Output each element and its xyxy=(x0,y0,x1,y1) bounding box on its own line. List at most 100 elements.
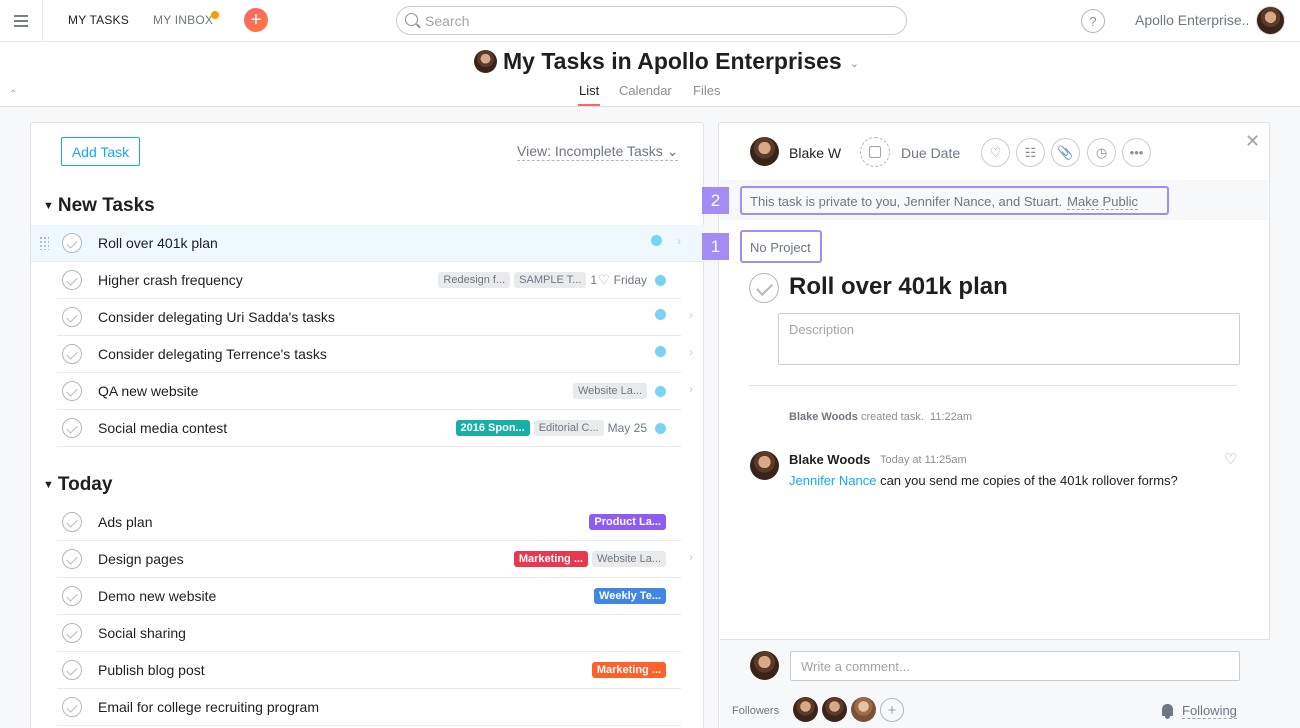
task-row[interactable]: Publish blog post Marketing ... xyxy=(57,652,681,689)
following-toggle[interactable]: Following xyxy=(1182,703,1237,719)
task-row[interactable]: QA new website Website La... › xyxy=(57,373,693,410)
task-row[interactable]: Demo new website Weekly Te... xyxy=(57,578,681,615)
task-complete-checkbox[interactable] xyxy=(62,418,82,438)
project-tag[interactable]: Website La... xyxy=(592,551,666,567)
caret-down-icon[interactable]: ▼ xyxy=(43,200,54,212)
task-name[interactable]: Design pages xyxy=(98,551,184,567)
project-tag[interactable]: 2016 Spon... xyxy=(455,420,530,436)
task-complete-checkbox[interactable] xyxy=(62,233,82,253)
task-name[interactable]: Demo new website xyxy=(98,588,216,604)
attachment-icon[interactable]: 📎 xyxy=(1051,138,1080,167)
project-tag[interactable]: Redesign f... xyxy=(438,272,511,288)
task-title[interactable]: Roll over 401k plan xyxy=(789,273,1008,301)
drag-handle-icon[interactable] xyxy=(39,236,49,250)
project-tag[interactable]: Marketing ... xyxy=(591,662,666,678)
collapse-header-icon[interactable]: ⌃ xyxy=(9,89,17,100)
task-name[interactable]: Email for college recruiting program xyxy=(98,699,319,715)
chevron-right-icon[interactable]: › xyxy=(689,382,693,396)
task-row[interactable]: Social sharing xyxy=(57,615,681,652)
make-public-link[interactable]: Make Public xyxy=(1067,194,1138,210)
timer-icon[interactable]: ◷ xyxy=(1087,138,1116,167)
description-field[interactable] xyxy=(778,313,1240,365)
task-complete-checkbox[interactable] xyxy=(62,512,82,532)
search-bar[interactable] xyxy=(396,6,907,35)
task-name[interactable]: Consider delegating Uri Sadda's tasks xyxy=(98,309,335,325)
chevron-right-icon[interactable]: › xyxy=(689,345,693,359)
menu-icon[interactable] xyxy=(0,0,43,41)
heart-icon[interactable]: ♡ xyxy=(598,272,610,288)
quick-add-button[interactable]: + xyxy=(244,8,268,32)
heart-icon[interactable]: ♡ xyxy=(1224,450,1237,468)
project-tag[interactable]: Marketing ... xyxy=(513,551,588,567)
task-row[interactable]: Ads plan Product La... xyxy=(57,504,681,541)
task-row[interactable]: Social media contest 2016 Spon... Editoria… xyxy=(57,410,681,447)
assignee-name[interactable]: Blake W xyxy=(789,145,841,161)
task-row[interactable]: Email for college recruiting program xyxy=(57,689,681,726)
task-complete-checkbox[interactable] xyxy=(62,586,82,606)
tab-calendar[interactable]: Calendar xyxy=(619,83,672,98)
caret-down-icon[interactable]: ▼ xyxy=(43,479,54,491)
task-name[interactable]: Higher crash frequency xyxy=(98,272,243,288)
view-filter-dropdown[interactable]: View: Incomplete Tasks ⌄ xyxy=(517,143,679,161)
nav-my-tasks[interactable]: MY TASKS xyxy=(68,13,129,27)
subtask-icon[interactable]: ☷ xyxy=(1016,138,1045,167)
task-name[interactable]: Ads plan xyxy=(98,514,152,530)
task-row[interactable]: Design pages Marketing ... Website La... › xyxy=(57,541,693,578)
task-row[interactable]: Roll over 401k plan › xyxy=(31,225,705,262)
comment-author[interactable]: Blake Woods xyxy=(789,452,870,467)
chevron-right-icon[interactable]: › xyxy=(677,234,681,248)
task-complete-checkbox[interactable] xyxy=(62,549,82,569)
add-follower-button[interactable]: + xyxy=(880,698,904,722)
heart-icon[interactable]: ♡ xyxy=(981,138,1010,167)
follower-avatar[interactable] xyxy=(822,697,847,722)
task-row[interactable]: Consider delegating Uri Sadda's tasks › xyxy=(57,299,693,336)
due-date-label[interactable]: Due Date xyxy=(901,145,960,161)
task-complete-checkbox[interactable] xyxy=(62,623,82,643)
due-date[interactable]: May 25 xyxy=(608,421,647,435)
task-name[interactable]: Social media contest xyxy=(98,420,227,436)
project-selector[interactable]: No Project xyxy=(740,230,822,263)
follower-avatar[interactable] xyxy=(793,697,818,722)
due-date[interactable]: Friday xyxy=(614,273,647,287)
user-avatar[interactable] xyxy=(1256,6,1285,35)
activity-author[interactable]: Blake Woods xyxy=(789,411,858,423)
task-complete-checkbox[interactable] xyxy=(62,270,82,290)
task-complete-checkbox[interactable] xyxy=(62,381,82,401)
due-date-button[interactable] xyxy=(860,137,890,167)
add-task-button[interactable]: Add Task xyxy=(61,137,140,166)
task-name[interactable]: Social sharing xyxy=(98,625,186,641)
workspace-switcher[interactable]: Apollo Enterprise.. xyxy=(1135,12,1249,28)
help-button[interactable]: ? xyxy=(1081,9,1105,33)
page-title-group[interactable]: My Tasks in Apollo Enterprises ⌄ xyxy=(474,48,859,75)
section-header[interactable]: ▼ New Tasks xyxy=(43,195,155,217)
comment-input[interactable] xyxy=(790,651,1240,681)
chevron-down-icon[interactable]: ⌄ xyxy=(850,57,859,70)
task-complete-checkbox[interactable] xyxy=(62,307,82,327)
project-tag[interactable]: Editorial C... xyxy=(533,420,604,436)
assignee-avatar[interactable] xyxy=(750,137,779,166)
task-complete-checkbox[interactable] xyxy=(62,344,82,364)
project-tag[interactable]: Weekly Te... xyxy=(594,588,666,604)
task-row[interactable]: Consider delegating Terrence's tasks › xyxy=(57,336,693,373)
task-row[interactable]: Higher crash frequency Redesign f... SAMPL… xyxy=(57,262,681,299)
tab-list[interactable]: List xyxy=(579,83,599,98)
task-complete-checkbox[interactable] xyxy=(62,697,82,717)
tab-files[interactable]: Files xyxy=(693,83,720,98)
project-tag[interactable]: Website La... xyxy=(573,383,647,399)
close-icon[interactable]: ✕ xyxy=(1245,131,1260,152)
section-header[interactable]: ▼ Today xyxy=(43,474,112,496)
follower-avatar[interactable] xyxy=(851,697,876,722)
search-input[interactable] xyxy=(425,11,885,31)
nav-my-inbox[interactable]: MY INBOX xyxy=(153,13,213,27)
task-complete-checkbox[interactable] xyxy=(62,660,82,680)
project-tag[interactable]: SAMPLE T... xyxy=(514,272,587,288)
comment-avatar[interactable] xyxy=(750,451,779,480)
mention-link[interactable]: Jennifer Nance xyxy=(789,473,876,488)
chevron-right-icon[interactable]: › xyxy=(689,550,693,564)
chevron-right-icon[interactable]: › xyxy=(689,308,693,322)
project-tag[interactable]: Product La... xyxy=(589,514,666,530)
more-options-icon[interactable]: ••• xyxy=(1122,138,1151,167)
task-name[interactable]: Publish blog post xyxy=(98,662,205,678)
task-name[interactable]: Roll over 401k plan xyxy=(98,235,218,251)
task-name[interactable]: QA new website xyxy=(98,383,198,399)
